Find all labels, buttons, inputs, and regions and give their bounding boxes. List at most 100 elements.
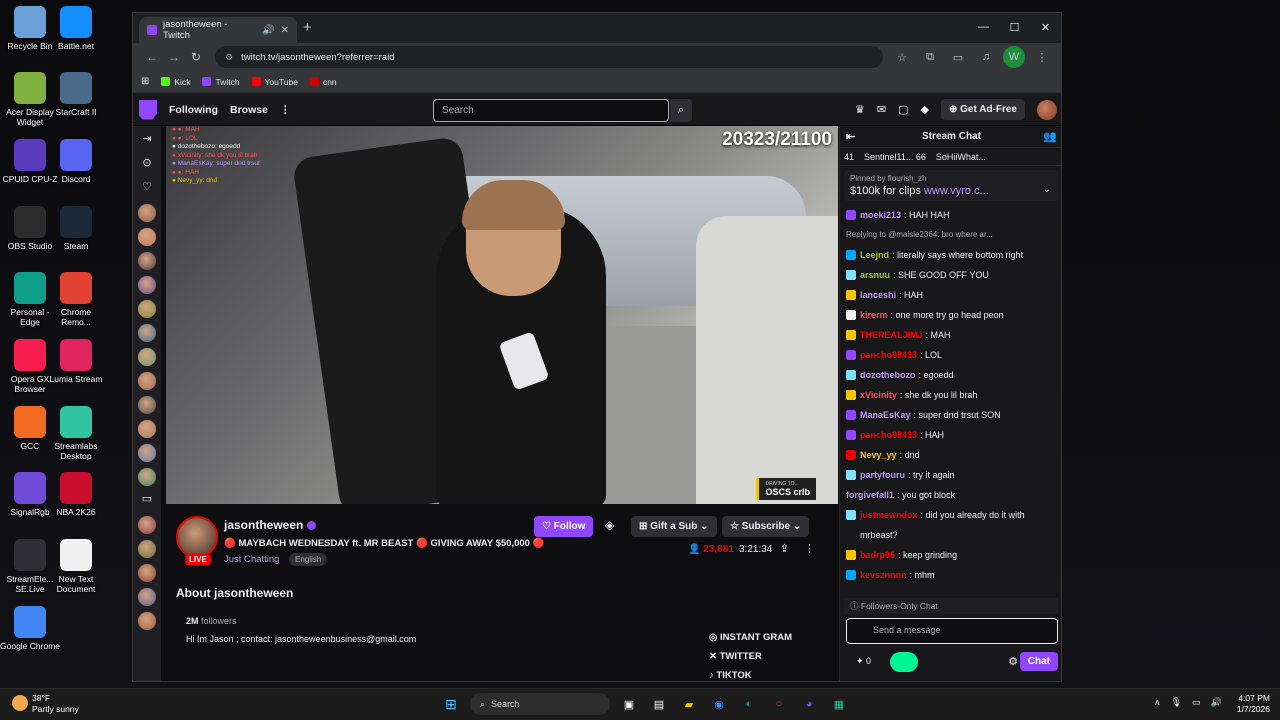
chat-username[interactable]: Nevy_yy: [860, 450, 897, 460]
more-options-icon[interactable]: ⋮: [280, 104, 291, 116]
chat-username[interactable]: xVicinity: [860, 390, 897, 400]
gifter-entry[interactable]: SoHiiWhat...: [936, 152, 986, 162]
browse-link[interactable]: Browse: [230, 104, 268, 116]
profile-icon[interactable]: W: [1003, 46, 1025, 68]
browser-tab[interactable]: jasontheween - Twitch 🔊 ✕: [139, 17, 297, 43]
mic-icon[interactable]: 🎙: [1171, 697, 1182, 708]
discord-shortcut[interactable]: Discord: [46, 139, 106, 184]
minimize-icon[interactable]: —: [968, 13, 999, 41]
collapse-chat-icon[interactable]: ⇤: [846, 130, 855, 143]
chat-username[interactable]: partyfouru: [860, 470, 905, 480]
close-window-icon[interactable]: ✕: [1030, 13, 1061, 41]
badge-icon[interactable]: [846, 330, 856, 340]
chat-username[interactable]: THEREALJIMJ: [860, 330, 923, 340]
chevron-down-icon[interactable]: ⌄: [1043, 184, 1051, 195]
video-player[interactable]: ● ●: MAH ● ●: LOL ● dozothebozo: egoedd ● x…: [166, 126, 838, 504]
followed-channel-avatar[interactable]: [138, 348, 156, 366]
followed-channel-avatar[interactable]: [138, 276, 156, 294]
file-explorer-icon[interactable]: ▰: [678, 693, 700, 715]
starcraft-shortcut[interactable]: StarCraft II: [46, 72, 106, 117]
social-link-1[interactable]: ✕ TWITTER: [709, 647, 792, 666]
followed-channel-avatar[interactable]: [138, 324, 156, 342]
badge-icon[interactable]: [846, 370, 856, 380]
chrome-shortcut[interactable]: Google Chrome: [0, 606, 60, 651]
followed-channel-avatar[interactable]: [138, 564, 156, 582]
cast-icon[interactable]: ▭: [947, 46, 969, 68]
following-link[interactable]: Following: [169, 104, 218, 116]
bookmark-kick[interactable]: Kick: [161, 77, 190, 87]
chat-send-button[interactable]: Chat: [1019, 652, 1058, 671]
badge-icon[interactable]: [846, 410, 856, 420]
chat-username[interactable]: forgivefall1: [846, 490, 894, 500]
badge-icon[interactable]: [846, 550, 856, 560]
crown-icon[interactable]: ♛: [855, 103, 865, 116]
share-icon[interactable]: ⇪: [780, 542, 789, 555]
edge-taskbar-icon[interactable]: ◐: [738, 693, 760, 715]
bookmark-cnn[interactable]: cnn: [309, 77, 337, 87]
twitch-logo-icon[interactable]: [139, 99, 157, 120]
back-icon[interactable]: ←: [141, 46, 163, 68]
taskbar-search[interactable]: ⌕ Search: [470, 693, 610, 715]
followed-channel-avatar[interactable]: [138, 204, 156, 222]
heart-icon[interactable]: ♡: [142, 180, 152, 198]
badge-icon[interactable]: [846, 350, 856, 360]
chat-settings-icon[interactable]: ⚙: [1008, 655, 1018, 668]
chat-username[interactable]: moeki213: [860, 210, 901, 220]
bookmark-star-icon[interactable]: ☆: [891, 46, 913, 68]
steam-shortcut[interactable]: Steam: [46, 206, 106, 251]
badge-icon[interactable]: [846, 430, 856, 440]
volume-icon[interactable]: 🔊: [1211, 697, 1222, 708]
video-icon[interactable]: ▭: [142, 492, 152, 510]
followed-channel-avatar[interactable]: [138, 420, 156, 438]
widgets-icon[interactable]: ▤: [648, 693, 670, 715]
badge-icon[interactable]: [846, 510, 856, 520]
weather-widget[interactable]: 38°F Partly sunny: [12, 693, 79, 715]
apps-icon[interactable]: ⊞: [141, 76, 149, 87]
search-icon[interactable]: ⌕: [670, 99, 692, 122]
badge-icon[interactable]: [846, 210, 856, 220]
badge-icon[interactable]: [846, 290, 856, 300]
language-tag[interactable]: English: [289, 553, 328, 566]
close-tab-icon[interactable]: ✕: [281, 25, 289, 36]
user-avatar[interactable]: [1037, 99, 1057, 120]
maximize-icon[interactable]: ☐: [999, 13, 1030, 41]
gift-icon[interactable]: [890, 652, 918, 672]
badge-icon[interactable]: [846, 270, 856, 280]
channel-name[interactable]: jasontheween: [224, 518, 317, 532]
start-icon[interactable]: ⊞: [440, 693, 462, 715]
social-link-2[interactable]: ♪ TIKTOK: [709, 666, 792, 681]
followed-channel-avatar[interactable]: [138, 612, 156, 630]
chat-username[interactable]: dozothebozo: [860, 370, 916, 380]
nba-shortcut[interactable]: NBA 2K26: [46, 472, 106, 517]
bookmark-twitch[interactable]: Twitch: [202, 77, 240, 87]
category-link[interactable]: Just Chatting: [224, 554, 279, 565]
pinned-message[interactable]: Pinned by flourish_zh $100k for clips ww…: [844, 170, 1059, 201]
bookmark-youtube[interactable]: YouTube: [251, 77, 298, 87]
gift-sub-button[interactable]: ⊞ Gift a Sub ⌄: [631, 516, 717, 537]
site-info-icon[interactable]: ⚙: [225, 52, 233, 63]
chrome-remote-shortcut[interactable]: Chrome Remo...: [46, 272, 106, 327]
followed-channel-avatar[interactable]: [138, 588, 156, 606]
lumia-shortcut[interactable]: Lumia Stream: [46, 339, 106, 384]
menu-icon[interactable]: ⋮: [1031, 46, 1053, 68]
forward-icon[interactable]: →: [163, 46, 185, 68]
followed-channel-avatar[interactable]: [138, 540, 156, 558]
followed-channel-avatar[interactable]: [138, 228, 156, 246]
followed-channel-avatar[interactable]: [138, 444, 156, 462]
chat-username[interactable]: justmewndox: [860, 510, 918, 520]
chat-username[interactable]: kevsznnnn: [860, 570, 907, 580]
opera-taskbar-icon[interactable]: ○: [768, 693, 790, 715]
task-view-icon[interactable]: ▣: [618, 693, 640, 715]
media-icon[interactable]: ♫: [975, 46, 997, 68]
followed-channel-avatar[interactable]: [138, 468, 156, 486]
badge-icon[interactable]: [846, 570, 856, 580]
chat-username[interactable]: arsnuu: [860, 270, 890, 280]
reload-icon[interactable]: ↻: [185, 46, 207, 68]
social-link-0[interactable]: ◎ INSTANT GRAM: [709, 628, 792, 647]
more-icon[interactable]: ⋮: [804, 542, 815, 555]
streamlabs-shortcut[interactable]: Streamlabs Desktop: [46, 406, 106, 461]
badge-icon[interactable]: [846, 250, 856, 260]
hype-train-icon[interactable]: ◈: [605, 518, 614, 532]
chevron-up-icon[interactable]: ∧: [1154, 697, 1161, 708]
chat-username[interactable]: pancho98433: [860, 430, 917, 440]
